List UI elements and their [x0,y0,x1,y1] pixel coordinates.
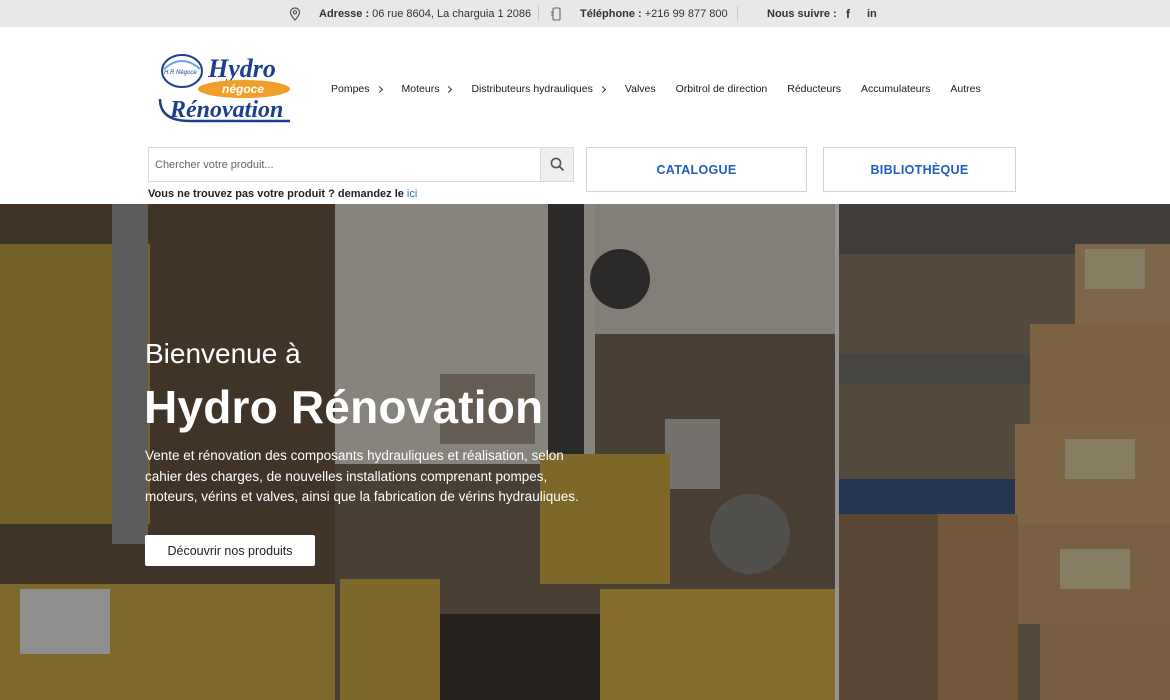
top-bar: Adresse : 06 rue 8604, La charguia 1 208… [0,0,1170,27]
nav-item-autres[interactable]: Autres [950,83,980,95]
discover-products-button[interactable]: Découvrir nos produits [145,535,315,566]
search-bar [148,147,574,182]
hero-section: Bienvenue à Hydro Rénovation Vente et ré… [0,204,1170,700]
facebook-icon[interactable]: f [846,0,850,27]
svg-text:Hydro: Hydro [207,54,276,83]
nav-item-pompes[interactable]: Pompes [331,83,383,95]
follow-label: Nous suivre : [767,0,840,27]
search-input[interactable] [149,148,540,181]
help-message: Vous ne trouvez pas votre produit ? dema… [148,188,404,200]
nav-item-valves[interactable]: Valves [625,83,656,95]
divider [737,6,738,21]
chevron-right-icon [375,85,383,93]
bibliotheque-button[interactable]: BIBLIOTHÈQUE [823,147,1016,192]
help-text: Vous ne trouvez pas votre produit ? dema… [148,188,417,200]
nav-item-moteurs[interactable]: Moteurs [401,83,453,95]
nav-label: Réducteurs [787,83,841,95]
nav-label: Valves [624,83,656,95]
nav-label: Moteurs [401,83,440,95]
hero-subtitle: Bienvenue à [145,338,301,369]
svg-text:Rénovation: Rénovation [169,97,283,123]
address-info: Adresse : 06 rue 8604, La charguia 1 208… [319,0,531,27]
phone-value[interactable]: +216 99 877 800 [645,8,728,20]
linkedin-icon[interactable]: in [867,0,877,27]
site-header: Hydro négoce H.R Négoce Rénovation Pompe… [0,27,1170,204]
site-logo[interactable]: Hydro négoce H.R Négoce Rénovation [150,49,298,127]
chevron-right-icon [598,85,606,93]
address-label: Adresse : [319,7,370,20]
main-nav: Pompes Moteurs Distributeurs hydraulique… [331,81,981,97]
divider [538,6,539,21]
search-button[interactable] [540,148,573,181]
nav-item-distributeurs[interactable]: Distributeurs hydrauliques [471,83,606,95]
phone-info: Téléphone : +216 99 877 800 [580,0,728,27]
location-pin-icon [289,0,301,27]
chevron-right-icon [445,85,453,93]
nav-label: Autres [950,83,981,95]
catalogue-button[interactable]: CATALOGUE [586,147,807,192]
follow-label-text: Nous suivre : [767,7,837,20]
address-value: 06 rue 8604, La charguia 1 2086 [372,7,532,20]
nav-label: Orbitrol de direction [675,83,768,95]
nav-label: Distributeurs hydrauliques [471,83,593,95]
phone-label: Téléphone : [580,7,642,20]
nav-label: Accumulateurs [860,83,931,95]
nav-item-accumulateurs[interactable]: Accumulateurs [861,83,930,95]
search-icon [550,157,564,172]
phone-icon [550,0,563,27]
nav-item-reducteurs[interactable]: Réducteurs [787,83,841,95]
help-link[interactable]: ici [407,188,417,200]
nav-label: Pompes [331,83,370,95]
svg-text:négoce: négoce [222,82,264,96]
hero-title: Hydro Rénovation [144,381,544,433]
nav-item-orbitrol[interactable]: Orbitrol de direction [676,83,768,95]
hero-description: Vente et rénovation des composants hydra… [145,448,579,504]
svg-text:H.R Négoce: H.R Négoce [164,70,197,76]
